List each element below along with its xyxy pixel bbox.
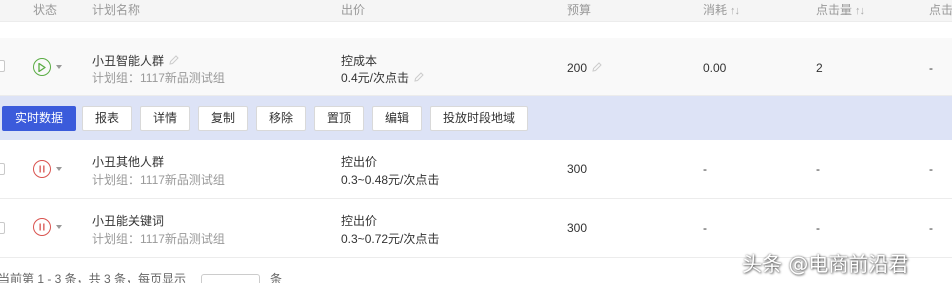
bid-type: 控成本 — [341, 54, 378, 68]
bid-type: 控出价 — [341, 214, 378, 228]
table-row[interactable]: 小丑其他人群 计划组：1117新品测试组 控出价 0.3~0.48元/次点击 3… — [0, 140, 952, 199]
page-size-select[interactable] — [201, 274, 260, 283]
plan-group: 计划组：1117新品测试组 — [92, 173, 225, 187]
chevron-down-icon[interactable] — [56, 167, 62, 171]
header-bid: 出价 — [341, 3, 366, 17]
edit-button[interactable]: 编辑 — [372, 106, 423, 131]
plan-name[interactable]: 小丑其他人群 — [92, 153, 164, 170]
chevron-down-icon[interactable] — [56, 225, 62, 229]
budget-value[interactable]: 200 — [567, 61, 603, 76]
bid-value[interactable]: 0.3~0.48元/次点击 — [341, 171, 439, 188]
row-checkbox[interactable] — [0, 60, 5, 72]
spend-value: 0.00 — [703, 61, 727, 75]
header-status: 状态 — [33, 3, 58, 17]
watermark: 头条 @电商前沿君 — [742, 252, 909, 276]
header-last: 点击 — [929, 3, 952, 17]
spend-value: - — [703, 162, 707, 176]
sort-icon[interactable]: ↑↓ — [855, 5, 865, 17]
plan-name[interactable]: 小丑能关键词 — [92, 212, 164, 229]
schedule-region-button[interactable]: 投放时段地域 — [430, 106, 529, 131]
play-icon[interactable] — [33, 58, 51, 76]
bid-value[interactable]: 0.4元/次点击 — [341, 69, 425, 86]
header-spend[interactable]: 消耗 ↑↓ — [703, 1, 740, 18]
clicks-value: - — [816, 162, 820, 176]
realtime-data-button[interactable]: 实时数据 — [2, 106, 77, 131]
clicks-value: 2 — [816, 61, 823, 75]
row-checkbox[interactable] — [0, 222, 5, 234]
plan-group: 计划组：1117新品测试组 — [92, 71, 225, 85]
header-clicks[interactable]: 点击量 ↑↓ — [816, 1, 865, 18]
bid-value-text: 0.4元/次点击 — [341, 71, 410, 85]
header-budget: 预算 — [567, 3, 592, 17]
budget-value[interactable]: 300 — [567, 221, 587, 235]
spend-value: - — [703, 221, 707, 235]
remove-button[interactable]: 移除 — [256, 106, 307, 131]
clicks-value: - — [816, 221, 820, 235]
plan-name-text: 小丑智能人群 — [92, 54, 165, 68]
report-button[interactable]: 报表 — [82, 106, 133, 131]
budget-value[interactable]: 300 — [567, 162, 587, 176]
row-action-bar: 实时数据 报表 详情 复制 移除 置顶 编辑 投放时段地域 — [0, 96, 952, 140]
last-value: - — [929, 221, 933, 235]
detail-button[interactable]: 详情 — [140, 106, 191, 131]
budget-text: 200 — [567, 61, 588, 75]
bid-type: 控出价 — [341, 155, 378, 169]
last-value: - — [929, 61, 933, 75]
edit-icon[interactable] — [591, 61, 603, 76]
pagination-summary: 当前第 1 - 3 条，共 3 条，每页显示 — [0, 272, 187, 283]
edit-icon[interactable] — [168, 54, 180, 69]
last-value: - — [929, 162, 933, 176]
pagination-unit: 条 — [270, 272, 283, 283]
plan-group: 计划组：1117新品测试组 — [92, 232, 225, 246]
header-clicks-label: 点击量 — [816, 3, 853, 17]
sort-icon[interactable]: ↑↓ — [730, 5, 740, 17]
table-header: 状态 计划名称 出价 预算 消耗 ↑↓ 点击量 ↑↓ 点击 — [0, 0, 952, 22]
edit-icon[interactable] — [413, 71, 425, 86]
plan-name[interactable]: 小丑智能人群 — [92, 52, 180, 69]
header-spend-label: 消耗 — [703, 3, 728, 17]
bid-value[interactable]: 0.3~0.72元/次点击 — [341, 230, 439, 247]
row-checkbox[interactable] — [0, 163, 5, 175]
pin-button[interactable]: 置顶 — [314, 106, 365, 131]
table-row[interactable]: 小丑智能人群 计划组：1117新品测试组 控成本 0.4元/次点击 200 0.… — [0, 38, 952, 96]
copy-button[interactable]: 复制 — [198, 106, 249, 131]
pause-icon[interactable] — [33, 160, 51, 178]
chevron-down-icon[interactable] — [56, 65, 62, 69]
header-plan-name: 计划名称 — [92, 3, 141, 17]
pause-icon[interactable] — [33, 218, 51, 236]
